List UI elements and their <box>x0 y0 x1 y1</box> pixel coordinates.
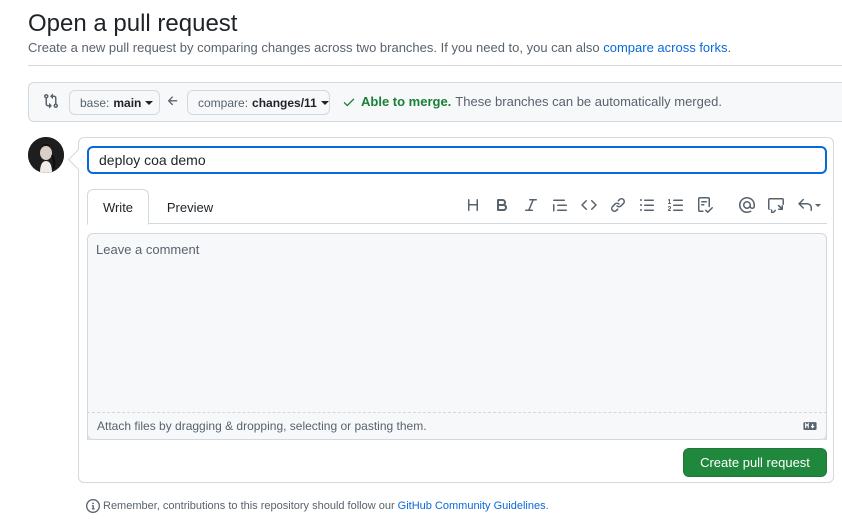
comment-editor <box>87 233 827 440</box>
unordered-list-icon[interactable] <box>639 197 655 213</box>
range-editor: base: main compare: changes/11 Able to m… <box>28 82 842 122</box>
markdown-icon[interactable] <box>803 421 817 431</box>
community-guidelines-link[interactable]: GitHub Community Guidelines <box>398 500 546 512</box>
merge-ok-label: Able to merge. <box>361 94 452 109</box>
bold-icon[interactable] <box>494 197 510 213</box>
file-attachment-bar[interactable]: Attach files by dragging & dropping, sel… <box>87 412 827 440</box>
caret-down-icon <box>320 100 329 105</box>
compare-across-forks-link[interactable]: compare across forks <box>603 40 727 55</box>
caret-down-icon <box>145 100 154 105</box>
mention-icon[interactable] <box>739 197 755 213</box>
pull-request-form: Write Preview <box>78 137 834 483</box>
reference-icon[interactable] <box>768 197 784 213</box>
avatar[interactable] <box>28 137 64 173</box>
divider <box>28 65 842 66</box>
footnote-text: Remember, contributions to this reposito… <box>103 500 395 512</box>
ordered-list-icon[interactable] <box>668 197 684 213</box>
merge-status: Able to merge. These branches can be aut… <box>342 94 722 109</box>
tab-write[interactable]: Write <box>87 189 149 225</box>
comment-textarea[interactable] <box>88 234 826 439</box>
arrow-left-icon <box>167 96 178 106</box>
link-icon[interactable] <box>610 197 626 213</box>
compare-branch-name: changes/11 <box>252 95 317 110</box>
avatar-image <box>28 137 64 173</box>
subtitle-end: . <box>727 40 732 55</box>
tab-preview[interactable]: Preview <box>155 189 225 225</box>
git-compare-icon <box>44 93 59 109</box>
check-icon <box>343 98 355 106</box>
reply-icon[interactable] <box>797 197 821 213</box>
info-icon <box>86 499 100 513</box>
base-branch-select[interactable]: base: main <box>69 90 160 115</box>
footnote-end: . <box>545 500 549 512</box>
merge-status-text: These branches can be automatically merg… <box>455 94 722 109</box>
markdown-toolbar <box>457 197 827 215</box>
page-subtitle: Create a new pull request by comparing c… <box>28 40 731 55</box>
quote-icon[interactable] <box>552 197 568 213</box>
page-title: Open a pull request <box>28 10 238 37</box>
heading-icon[interactable] <box>465 197 481 213</box>
subtitle-text: Create a new pull request by comparing c… <box>28 40 600 55</box>
code-icon[interactable] <box>581 197 597 213</box>
compare-branch-select[interactable]: compare: changes/11 <box>187 90 330 115</box>
base-branch-name: main <box>113 95 142 110</box>
pr-title-input[interactable] <box>87 146 827 174</box>
task-list-icon[interactable] <box>697 197 713 213</box>
attach-text: Attach files by dragging & dropping, sel… <box>97 419 427 433</box>
community-guidelines-note: Remember, contributions to this reposito… <box>86 499 549 513</box>
editor-tabs: Write Preview <box>87 189 827 225</box>
italic-icon[interactable] <box>523 197 539 213</box>
create-pull-request-button[interactable]: Create pull request <box>683 448 827 477</box>
compare-prefix: compare: <box>198 95 249 110</box>
base-prefix: base: <box>80 95 110 110</box>
